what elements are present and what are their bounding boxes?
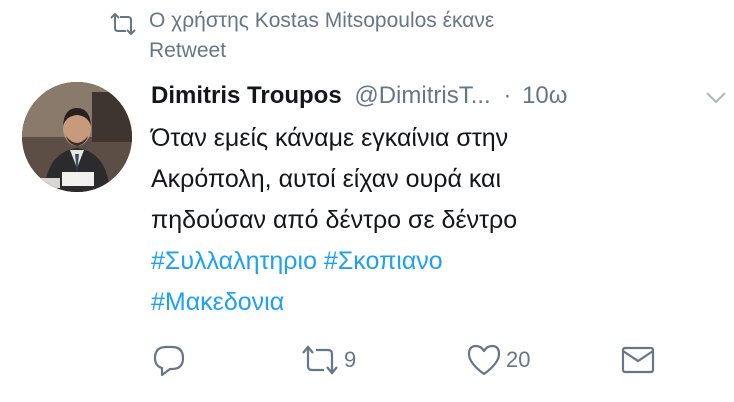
retweet-icon [110,13,136,35]
hashtag-link[interactable]: #Συλλαλητηριο [151,247,317,275]
tweet-header: Dimitris Troupos @DimitrisT... · 10ω [151,76,721,116]
tweet-text: Όταν εμείς κάναμε εγκαίνια στην Ακρόπολη… [151,118,721,241]
retweet-icon [302,345,338,375]
author-name[interactable]: Dimitris Troupos [151,82,342,109]
hashtag-list: #Συλλαλητηριο #Σκοπιανο #Μακεδονια [151,241,721,323]
tweet-text-line: Όταν εμείς κάναμε εγκαίνια στην [151,124,509,152]
retweet-button[interactable]: 9 [300,340,356,380]
avatar-photo [22,82,132,192]
retweet-banner-line2: Retweet [149,39,227,62]
like-count: 20 [506,347,531,372]
tweet-text-line: Ακρόπολη, αυτοί είχαν ουρά και [151,165,502,193]
hashtag-link[interactable]: #Σκοπιανο [324,247,443,275]
chevron-down-icon[interactable] [705,91,727,105]
author-handle[interactable]: @DimitrisT... [354,82,490,109]
reply-icon [153,345,185,377]
direct-message-button[interactable] [621,340,655,380]
hashtag-link[interactable]: #Μακεδονια [151,288,284,316]
retweet-count: 9 [344,347,357,372]
separator-dot: · [503,82,512,109]
tweet-text-line: πηδούσαν από δέντρο σε δέντρο [151,206,518,234]
tweet-actions: 9 20 [0,340,734,390]
tweet-timestamp[interactable]: 10ω [522,82,567,109]
retweet-banner-line1[interactable]: Ο χρήστης Kostas Mitsopoulos έκανε [149,6,709,36]
like-button[interactable]: 20 [466,340,530,380]
reply-button[interactable] [152,340,190,380]
avatar[interactable] [22,82,132,192]
envelope-icon [621,346,655,374]
heart-icon [467,344,501,376]
